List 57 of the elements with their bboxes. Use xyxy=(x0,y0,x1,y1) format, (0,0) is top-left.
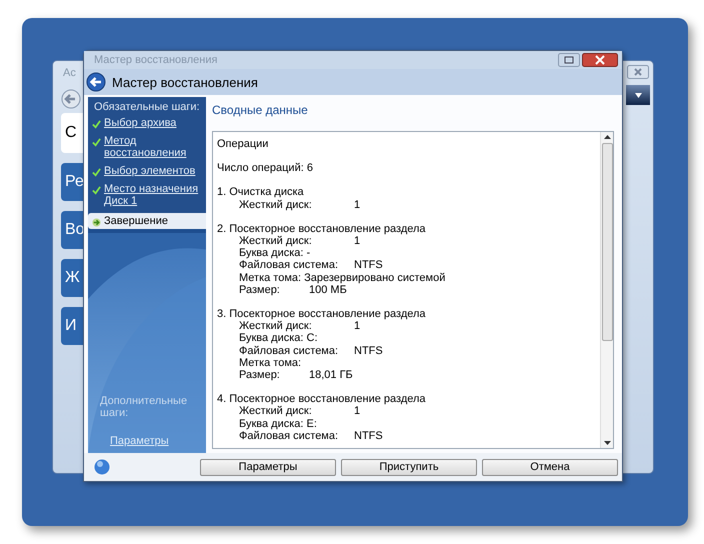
summary-text: Буква диска: C: xyxy=(239,332,318,345)
section-title: Обязательные шаги: xyxy=(94,101,201,113)
scroll-down-icon[interactable] xyxy=(604,441,610,445)
field-value: 1 xyxy=(354,405,360,418)
field-label: Размер: xyxy=(239,284,281,296)
nav-tile[interactable]: С xyxy=(61,113,85,153)
summary-text: Буква диска: E: xyxy=(239,418,317,430)
window-title: Мастер восстановления xyxy=(94,54,218,66)
window-title: Ac xyxy=(63,67,76,79)
scroll-thumb[interactable] xyxy=(602,143,612,341)
field-value: 1 xyxy=(354,235,360,248)
summary-text: Метка тома: Зарезервировано системой xyxy=(239,272,446,284)
help-icon[interactable] xyxy=(94,459,110,475)
field-label: Жесткий диск: xyxy=(239,235,313,248)
scroll-up-icon[interactable] xyxy=(604,135,610,139)
field-value: 1 xyxy=(354,198,360,211)
field-value: 100 МБ xyxy=(309,284,347,296)
sidebar-item[interactable]: Завершение xyxy=(88,213,206,229)
nav-tile[interactable]: Ре xyxy=(61,163,85,201)
summary-text: 4. Посекторное восстановление раздела xyxy=(217,393,426,406)
sidebar-link[interactable]: Выбор элементов xyxy=(92,165,204,177)
dialog-button[interactable]: Приступить xyxy=(341,458,477,476)
summary-text: 3. Посекторное восстановление раздела xyxy=(217,308,426,320)
summary-text: 1. Очистка диска xyxy=(217,186,304,199)
dropdown-bar[interactable] xyxy=(626,85,650,105)
nav-tile[interactable]: Во xyxy=(61,211,85,249)
dropdown-arrow-icon xyxy=(634,92,642,98)
wizard-title: Мастер восстановления xyxy=(112,74,258,90)
dialog-button[interactable]: Отмена xyxy=(482,458,618,476)
nav-tile[interactable]: И xyxy=(61,307,85,345)
field-value: NTFS xyxy=(354,430,383,442)
nav-tile[interactable]: Ж xyxy=(61,259,85,297)
field-label: Жесткий диск: xyxy=(239,198,313,211)
scrollbar[interactable] xyxy=(600,132,613,448)
field-label: Файловая система: xyxy=(239,259,340,272)
field-label: Жесткий диск: xyxy=(239,405,313,418)
section-title: Сводные данные xyxy=(212,103,309,117)
close-icon[interactable] xyxy=(582,53,618,67)
sidebar-link[interactable]: Выбор архива xyxy=(92,117,204,129)
field-value: NTFS xyxy=(354,344,383,357)
field-label: Жесткий диск: xyxy=(239,320,313,332)
maximize-icon[interactable] xyxy=(558,53,580,67)
summary-text: 2. Посекторное восстановление раздела xyxy=(217,222,426,236)
field-value: NTFS xyxy=(354,259,383,272)
field-value: 1 xyxy=(354,320,360,332)
summary-text: Буква диска: - xyxy=(239,247,310,260)
section-title: Дополнительные шаги: xyxy=(100,395,188,419)
field-value: 18,01 ГБ xyxy=(309,369,353,382)
field-label: Файловая система: xyxy=(239,430,340,442)
field-label: Размер: xyxy=(239,369,281,382)
dialog-button[interactable]: Параметры xyxy=(200,458,336,476)
summary-text: Метка тома: xyxy=(239,356,302,370)
sidebar-link[interactable]: Место назначения Диск 1 xyxy=(92,183,204,207)
field-label: Файловая система: xyxy=(239,344,340,357)
sidebar-link[interactable]: Метод восстановления xyxy=(92,135,204,159)
summary-text: Операции xyxy=(217,138,268,150)
summary-text: Число операций: 6 xyxy=(217,162,313,174)
